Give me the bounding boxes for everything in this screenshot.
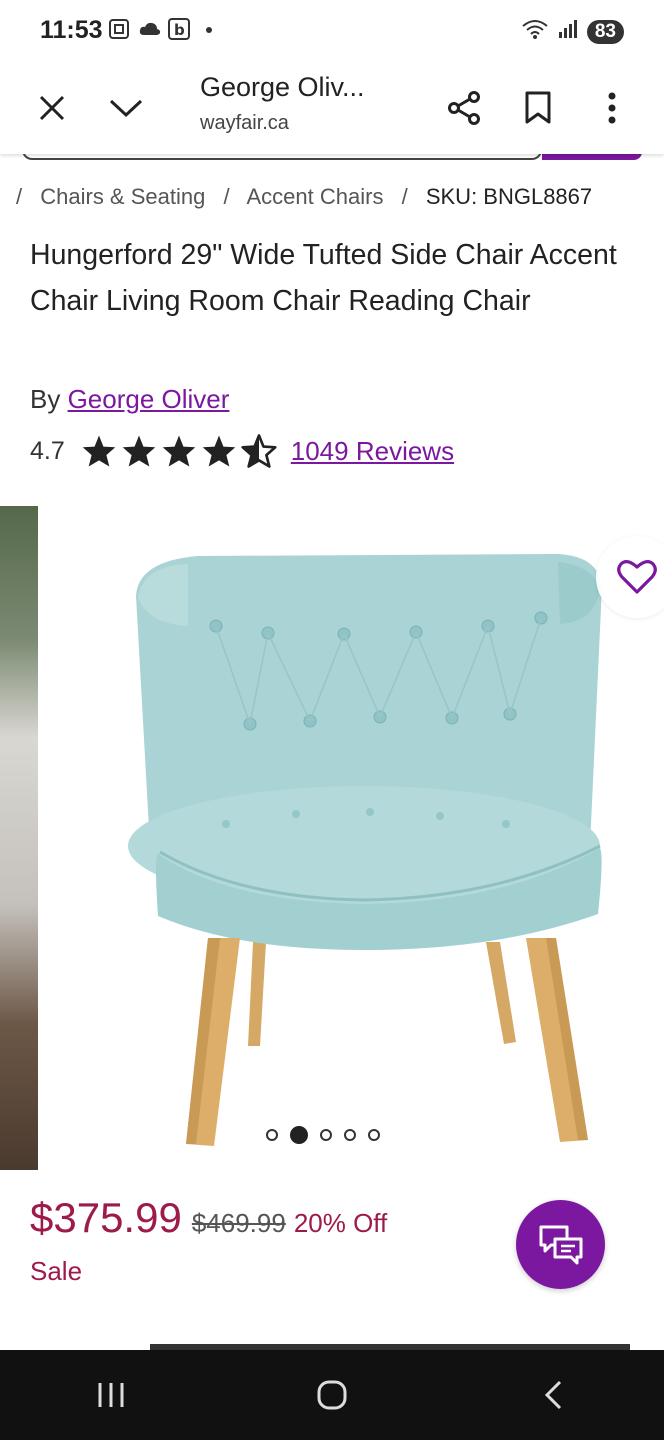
star-rating bbox=[81, 434, 277, 468]
battery-icon: 83 bbox=[586, 19, 624, 44]
cloud-icon bbox=[138, 18, 161, 40]
status-time: 11:53 bbox=[40, 16, 103, 44]
star-full-icon bbox=[202, 435, 236, 467]
browser-tab-title: George Oliv... bbox=[200, 72, 365, 102]
b-app-icon: b bbox=[168, 18, 190, 40]
bookmark-icon bbox=[525, 91, 551, 124]
carousel-dot[interactable] bbox=[266, 1129, 278, 1141]
bookmark-button[interactable] bbox=[514, 84, 562, 132]
close-button[interactable] bbox=[28, 84, 76, 132]
browser-url[interactable]: wayfair.ca bbox=[200, 112, 289, 135]
carousel-dot[interactable] bbox=[344, 1129, 356, 1141]
image-carousel[interactable] bbox=[0, 506, 664, 1170]
rating-row: 4.7 1049 Reviews bbox=[30, 434, 454, 468]
back-button[interactable] bbox=[513, 1365, 593, 1425]
home-button[interactable] bbox=[292, 1365, 372, 1425]
close-icon bbox=[39, 95, 65, 121]
browser-toolbar: George Oliv... wayfair.ca bbox=[0, 62, 664, 154]
signal-icon bbox=[557, 18, 579, 45]
chevron-down-icon bbox=[109, 99, 143, 118]
more-options-button[interactable] bbox=[588, 84, 636, 132]
rating-value: 4.7 bbox=[30, 436, 65, 465]
recents-button[interactable] bbox=[71, 1365, 151, 1425]
product-title: Hungerford 29" Wide Tufted Side Chair Ac… bbox=[30, 239, 617, 317]
discount-label: 20% Off bbox=[293, 1208, 388, 1238]
brand-link[interactable]: George Oliver bbox=[68, 384, 230, 414]
battery-level: 83 bbox=[594, 20, 616, 42]
wifi-icon bbox=[521, 18, 549, 45]
status-icons-left: b bbox=[108, 18, 220, 40]
chat-icon bbox=[539, 1225, 582, 1264]
sale-price: $375.99 bbox=[30, 1194, 182, 1241]
status-bar: 11:53 b 83 bbox=[0, 0, 664, 62]
minimize-button[interactable] bbox=[102, 84, 150, 132]
breadcrumb-separator: / bbox=[223, 184, 230, 209]
home-icon bbox=[317, 1380, 347, 1410]
back-icon bbox=[545, 1380, 562, 1410]
reviews-link[interactable]: 1049 Reviews bbox=[291, 436, 454, 467]
price-row: $375.99 $469.99 20% Off bbox=[30, 1194, 387, 1242]
star-full-icon bbox=[82, 435, 116, 467]
sku-label: SKU: BNGL8867 bbox=[425, 184, 593, 209]
star-full-icon bbox=[162, 435, 196, 467]
breadcrumb-item-chairs-seating[interactable]: Chairs & Seating bbox=[40, 184, 205, 209]
screenshot-icon bbox=[108, 18, 130, 40]
breadcrumb: / Chairs & Seating / Accent Chairs / SKU… bbox=[16, 184, 604, 210]
heart-icon bbox=[617, 560, 657, 594]
system-nav-bar bbox=[0, 1350, 664, 1440]
more-vertical-icon bbox=[608, 92, 616, 124]
breadcrumb-item-accent-chairs[interactable]: Accent Chairs bbox=[247, 184, 384, 209]
previous-slide-image[interactable] bbox=[0, 506, 38, 1170]
share-button[interactable] bbox=[440, 84, 488, 132]
carousel-dot[interactable] bbox=[368, 1129, 380, 1141]
status-icons-right: 83 bbox=[521, 18, 624, 45]
star-full-icon bbox=[122, 435, 156, 467]
product-byline: By George Oliver bbox=[30, 384, 229, 415]
carousel-dot-active[interactable] bbox=[290, 1126, 308, 1144]
star-partial-icon bbox=[241, 434, 277, 468]
sale-label: Sale bbox=[30, 1256, 83, 1286]
chair-illustration bbox=[128, 554, 602, 1146]
original-price: $469.99 bbox=[191, 1208, 286, 1238]
by-prefix: By bbox=[30, 384, 61, 414]
share-icon bbox=[448, 91, 480, 125]
breadcrumb-separator: / bbox=[401, 184, 408, 209]
product-image[interactable] bbox=[38, 506, 664, 1170]
breadcrumb-separator: / bbox=[16, 184, 23, 209]
recents-icon bbox=[98, 1383, 124, 1407]
clipped-content bbox=[150, 1340, 630, 1350]
carousel-dot[interactable] bbox=[320, 1129, 332, 1141]
carousel-pagination bbox=[266, 1126, 380, 1144]
svg-text:b: b bbox=[174, 21, 185, 39]
chat-button[interactable] bbox=[516, 1200, 605, 1289]
dot-icon bbox=[198, 18, 220, 40]
